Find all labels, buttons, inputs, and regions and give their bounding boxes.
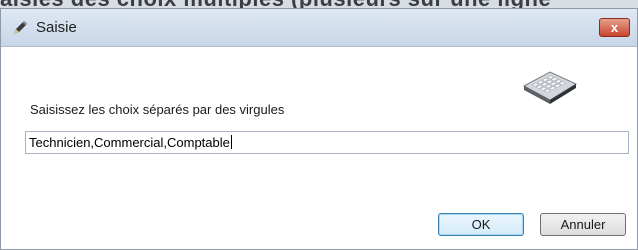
choices-input[interactable]: Technicien,Commercial,Comptable	[25, 131, 629, 154]
background-heading-fragment: aisies des choix multiples (plusieurs su…	[0, 0, 551, 8]
cancel-button[interactable]: Annuler	[540, 213, 626, 236]
pen-icon	[11, 19, 29, 37]
title-bar[interactable]: Saisie x	[1, 9, 637, 47]
window-title: Saisie	[36, 19, 77, 36]
prompt-label: Saisissez les choix séparés par des virg…	[30, 102, 285, 117]
background-window-strip: aisies des choix multiples (plusieurs su…	[0, 0, 638, 8]
keyboard-icon	[520, 68, 578, 106]
dialog-content: Saisissez les choix séparés par des virg…	[1, 47, 637, 249]
input-dialog: Saisie x Saisissez les choix séparés par…	[0, 8, 638, 250]
text-caret	[230, 135, 232, 149]
choices-input-value: Technicien,Commercial,Comptable	[29, 135, 230, 150]
close-button[interactable]: x	[599, 18, 630, 37]
ok-button[interactable]: OK	[438, 213, 524, 236]
close-icon: x	[610, 20, 619, 35]
